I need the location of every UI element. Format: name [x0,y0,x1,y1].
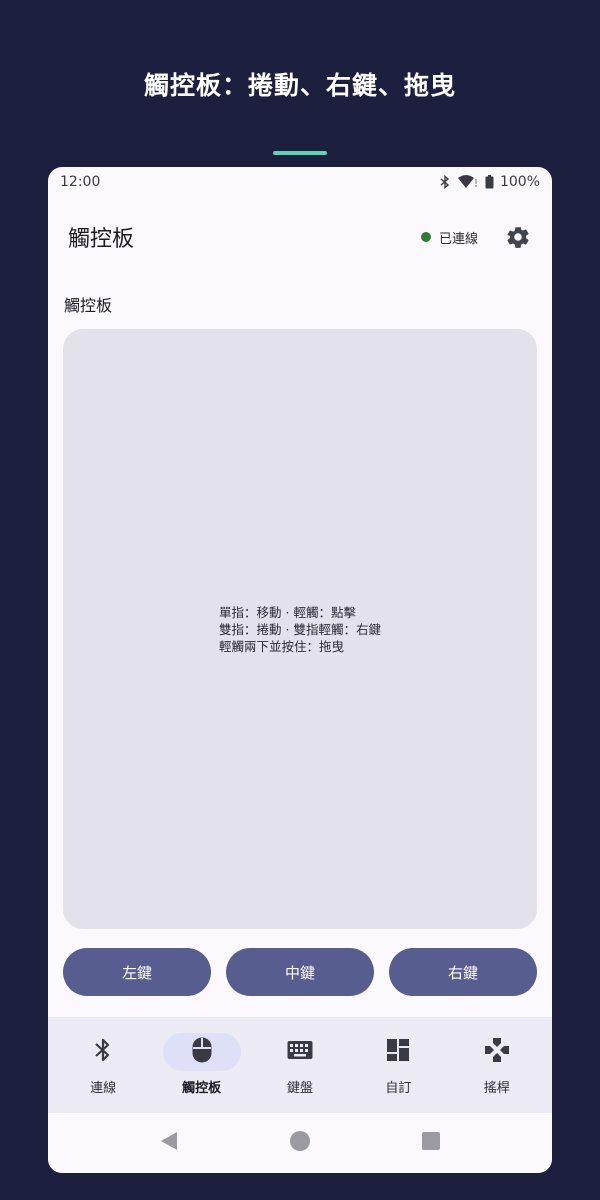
back-icon[interactable] [159,1130,179,1156]
dashboard-icon [386,1038,410,1066]
nav-item-joystick[interactable]: 搖桿 [451,1017,543,1113]
phone-screen: 12:00 100% 觸控板 已連線 觸控板 單指：移動 · 輕觸：點擊 雙指：… [48,167,552,1173]
nav-pill [261,1033,339,1071]
accent-line [273,151,327,155]
status-bar: 12:00 100% [48,167,552,197]
touchpad-hints: 單指：移動 · 輕觸：點擊 雙指：捲動 · 雙指輕觸：右鍵 輕觸兩下並按住：拖曳 [219,604,381,655]
nav-item-connection[interactable]: 連線 [57,1017,149,1113]
gamepad-icon [484,1037,510,1067]
hint-line: 輕觸兩下並按住：拖曳 [219,638,345,654]
gear-icon[interactable] [504,223,532,251]
nav-item-custom[interactable]: 自訂 [352,1017,444,1113]
nav-item-touchpad[interactable]: 觸控板 [156,1017,248,1113]
wifi-icon [457,175,479,189]
bluetooth-icon [92,1037,114,1067]
nav-label: 鍵盤 [286,1081,313,1096]
system-nav-bar [48,1113,552,1173]
right-click-button[interactable]: 右鍵 [389,948,537,996]
left-click-button[interactable]: 左鍵 [63,948,211,996]
battery-icon [485,175,494,189]
hint-line: 雙指：捲動 · 雙指輕觸：右鍵 [219,621,381,637]
bluetooth-icon [439,175,451,189]
status-time: 12:00 [60,174,101,190]
connection-status: 已連線 [420,228,478,247]
nav-label: 自訂 [385,1081,412,1096]
middle-click-button[interactable]: 中鍵 [226,948,374,996]
nav-pill [64,1033,142,1071]
nav-label: 搖桿 [483,1081,510,1096]
bottom-nav: 連線 觸控板 鍵盤 自訂 搖桿 [48,1017,552,1113]
mouse-buttons: 左鍵 中鍵 右鍵 [63,948,537,996]
hint-line: 單指：移動 · 輕觸：點擊 [219,604,356,620]
nav-item-keyboard[interactable]: 鍵盤 [254,1017,346,1113]
status-icons: 100% [439,174,540,190]
home-icon[interactable] [289,1130,311,1156]
nav-pill [359,1033,437,1071]
battery-percent: 100% [499,174,540,190]
touchpad-area[interactable]: 單指：移動 · 輕觸：點擊 雙指：捲動 · 雙指輕觸：右鍵 輕觸兩下並按住：拖曳 [63,329,537,929]
nav-pill [162,1033,241,1071]
status-dot [420,232,431,242]
nav-pill [458,1033,536,1071]
connection-status-text: 已連線 [438,231,478,247]
app-bar: 觸控板 已連線 [48,207,552,267]
banner-title: 觸控板：捲動、右鍵、拖曳 [143,71,456,100]
recents-icon[interactable] [421,1131,441,1155]
app-title: 觸控板 [68,227,135,252]
nav-label: 連線 [90,1081,117,1096]
mouse-icon [191,1036,213,1068]
nav-label: 觸控板 [182,1081,222,1096]
section-label: 觸控板 [64,296,113,315]
keyboard-icon [287,1040,313,1064]
